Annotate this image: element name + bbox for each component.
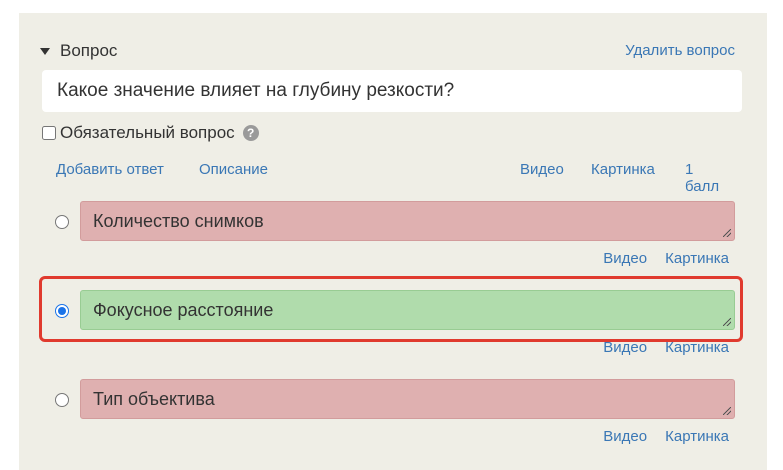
required-question-row: Обязательный вопрос ? [42, 123, 259, 143]
answer-radio[interactable] [55, 215, 69, 229]
required-checkbox[interactable] [42, 126, 56, 140]
question-text-input[interactable]: Какое значение влияет на глубину резкост… [42, 70, 742, 112]
description-link[interactable]: Описание [199, 161, 268, 178]
answer-picture-link[interactable]: Картинка [665, 428, 729, 445]
points-link[interactable]: 1 балл [685, 161, 729, 195]
answer-radio-selected[interactable] [55, 304, 69, 318]
answer-picture-link[interactable]: Картинка [665, 250, 729, 267]
add-answer-link[interactable]: Добавить ответ [56, 161, 164, 178]
answer-text: Тип объектива [93, 388, 215, 409]
answer-text-field[interactable]: Тип объектива [80, 379, 735, 419]
resize-grip-icon[interactable] [723, 318, 731, 326]
answer-video-link[interactable]: Видео [603, 428, 647, 445]
required-label: Обязательный вопрос [60, 123, 235, 142]
answer-video-link[interactable]: Видео [603, 250, 647, 267]
video-link[interactable]: Видео [520, 161, 564, 178]
caret-down-icon[interactable] [40, 47, 50, 55]
picture-link[interactable]: Картинка [591, 161, 655, 178]
question-actions: Добавить ответ Описание Видео Картинка 1… [56, 161, 729, 195]
answer-text-field[interactable]: Количество снимков [80, 201, 735, 241]
answer-links: Видео Картинка [603, 339, 729, 356]
answer-text-field[interactable]: Фокусное расстояние [80, 290, 735, 330]
question-header-label: Вопрос [60, 41, 118, 60]
answer-links: Видео Картинка [603, 250, 729, 267]
question-panel: Вопрос Удалить вопрос Какое значение вли… [19, 13, 767, 470]
answer-picture-link[interactable]: Картинка [665, 339, 729, 356]
resize-grip-icon[interactable] [723, 229, 731, 237]
delete-question-link[interactable]: Удалить вопрос [625, 42, 735, 59]
answer-radio[interactable] [55, 393, 69, 407]
answer-text: Количество снимков [93, 210, 264, 231]
answer-links: Видео Картинка [603, 428, 729, 445]
answer-video-link[interactable]: Видео [603, 339, 647, 356]
question-header[interactable]: Вопрос [40, 41, 117, 61]
help-icon[interactable]: ? [242, 125, 259, 141]
resize-grip-icon[interactable] [723, 407, 731, 415]
answer-text: Фокусное расстояние [93, 299, 274, 320]
